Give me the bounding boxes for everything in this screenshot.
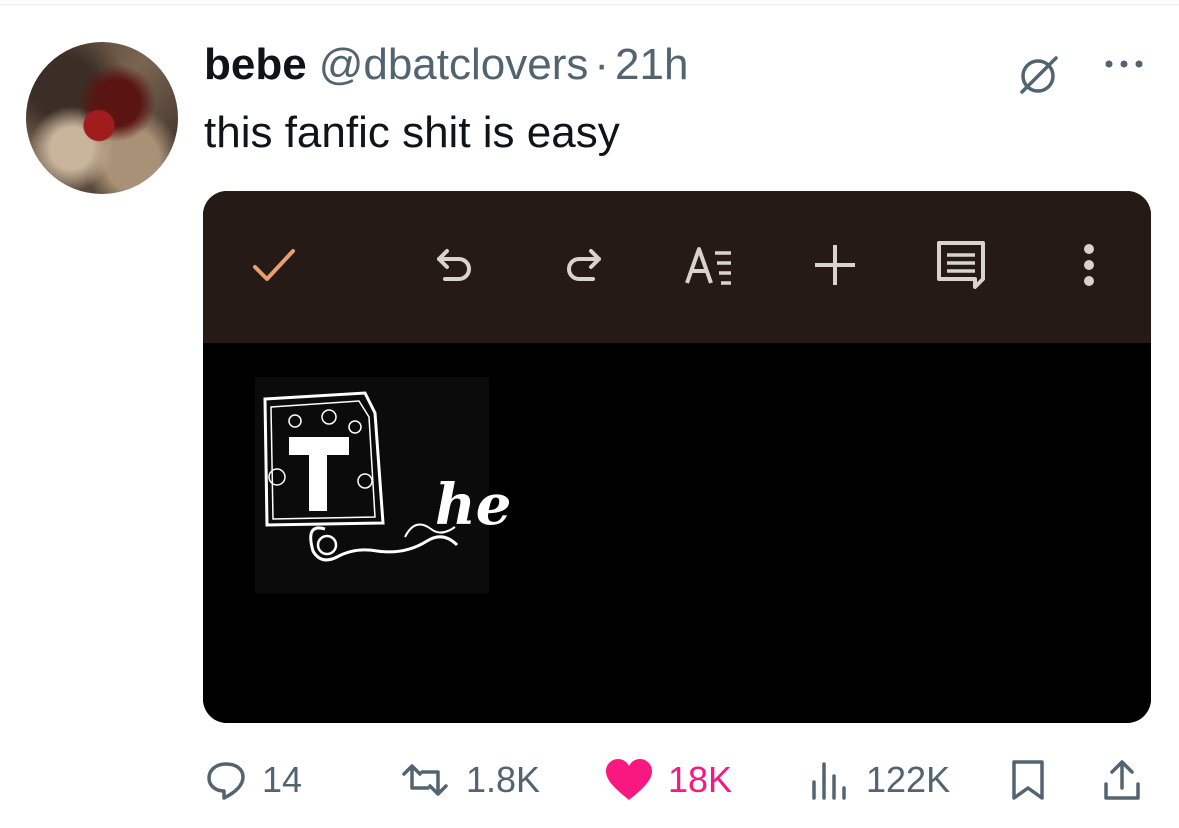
view-count: 122K (866, 759, 951, 800)
bookmark-icon (1012, 760, 1044, 800)
check-icon[interactable] (247, 237, 303, 293)
reply-count: 14 (262, 759, 303, 800)
share-button[interactable] (1100, 740, 1144, 820)
redo-icon[interactable] (553, 237, 609, 293)
post-header: bebe @dbatclovers · 21h (204, 40, 688, 90)
reply-icon (207, 762, 245, 800)
undo-icon[interactable] (429, 237, 485, 293)
separator-dot: · (594, 40, 610, 89)
repost-button[interactable]: 1.8K (398, 740, 540, 820)
repost-icon (402, 764, 448, 796)
post-media[interactable]: he (203, 191, 1151, 723)
share-icon (1104, 760, 1140, 800)
post-text: this fanfic shit is easy (204, 108, 620, 157)
heart-icon (606, 759, 652, 800)
text-format-icon[interactable] (681, 237, 737, 293)
like-button[interactable]: 18K (604, 740, 732, 820)
like-count: 18K (668, 759, 733, 800)
add-icon[interactable] (807, 237, 863, 293)
analytics-icon (812, 762, 846, 800)
image-text-suffix: he (435, 472, 512, 538)
reply-button[interactable]: 14 (204, 740, 302, 820)
post-time[interactable]: 21h (615, 40, 688, 90)
views-button[interactable]: 122K (808, 740, 950, 820)
top-divider (0, 4, 1179, 5)
bookmark-button[interactable] (1010, 740, 1046, 820)
illuminated-initial-image: he (255, 377, 511, 593)
repost-count: 1.8K (466, 759, 541, 800)
avatar[interactable] (26, 42, 178, 194)
comment-icon[interactable] (933, 237, 989, 293)
more-options-icon[interactable] (1102, 52, 1146, 76)
more-vert-icon[interactable] (1061, 237, 1117, 293)
editor-toolbar (203, 191, 1151, 343)
post-actions: 14 1.8K 18K 122K (0, 740, 1179, 820)
author-handle[interactable]: @dbatclovers (319, 40, 589, 90)
author-name[interactable]: bebe (204, 40, 307, 90)
grok-icon[interactable] (1016, 54, 1060, 98)
